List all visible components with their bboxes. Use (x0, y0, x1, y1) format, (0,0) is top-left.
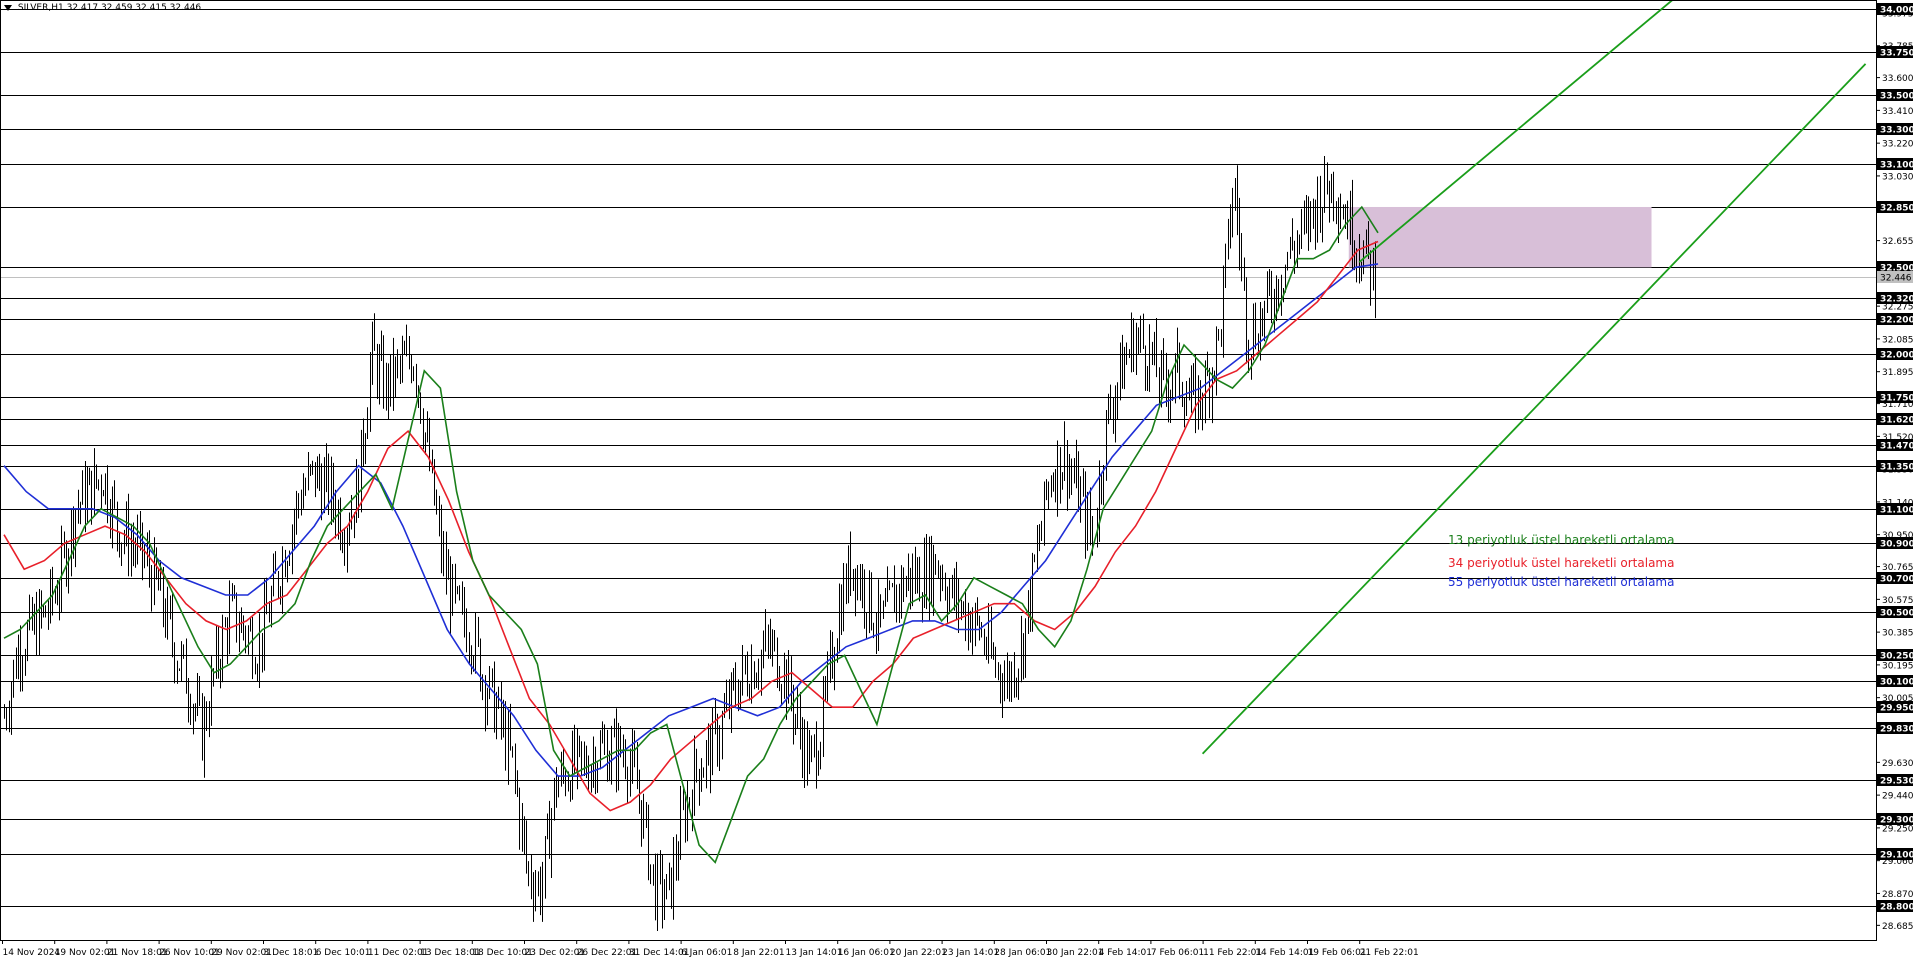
level-label: 29.300 (1880, 816, 1915, 826)
level-label: 29.830 (1880, 725, 1915, 735)
y-tick-label: 28.685 (1882, 922, 1914, 932)
x-tick-label: 30 Jan 22:01 (1047, 948, 1104, 958)
y-tick-label: 30.385 (1882, 629, 1914, 639)
level-label: 32.000 (1880, 351, 1915, 361)
x-tick-label: 19 Feb 06:01 (1308, 948, 1367, 958)
x-tick-label: 11 Feb 22:01 (1203, 948, 1262, 958)
level-label: 32.320 (1880, 295, 1915, 305)
legend-ema55: 55 periyotluk üstel hareketli ortalama (1448, 575, 1675, 589)
plot-background (0, 0, 1916, 963)
legend-ema13: 13 periyotluk üstel hareketli ortalama (1448, 533, 1675, 547)
ohlc-values: 32.417 32.459 32.415 32.446 (66, 3, 202, 13)
chart-header: SILVER,H1 32.417 32.459 32.415 32.446 (4, 3, 201, 13)
y-tick-label: 29.630 (1882, 759, 1914, 769)
level-label: 30.700 (1880, 575, 1915, 585)
y-tick-label: 31.895 (1882, 368, 1914, 378)
level-label: 29.530 (1880, 777, 1915, 787)
y-tick-label: 32.085 (1882, 335, 1914, 345)
x-tick-label: 20 Jan 22:01 (890, 948, 947, 958)
level-label: 31.100 (1880, 506, 1915, 516)
y-tick-label: 30.765 (1882, 563, 1914, 573)
x-tick-label: 3 Dec 18:01 (264, 948, 319, 958)
level-label: 32.850 (1880, 204, 1915, 214)
legend-ema34: 34 periyotluk üstel hareketli ortalama (1448, 556, 1675, 570)
y-tick-label: 29.440 (1882, 792, 1914, 802)
x-tick-label: 6 Dec 10:01 (316, 948, 371, 958)
x-tick-label: 23 Jan 14:01 (942, 948, 999, 958)
x-tick-label: 4 Feb 14:01 (1099, 948, 1152, 958)
level-label: 31.350 (1880, 463, 1915, 473)
x-tick-label: 28 Jan 06:01 (994, 948, 1051, 958)
x-tick-label: 21 Feb 22:01 (1360, 948, 1419, 958)
level-label: 30.500 (1880, 609, 1915, 619)
x-tick-label: 8 Jan 22:01 (733, 948, 784, 958)
level-label: 33.500 (1880, 92, 1915, 102)
y-tick-label: 30.195 (1882, 661, 1914, 671)
y-tick-label: 33.220 (1882, 140, 1914, 150)
x-tick-label: 13 Jan 14:01 (786, 948, 843, 958)
level-label: 32.200 (1880, 316, 1915, 326)
level-label: 33.300 (1880, 126, 1915, 136)
level-label: 28.800 (1880, 903, 1915, 913)
level-label: 33.100 (1880, 161, 1915, 171)
y-tick-label: 32.655 (1882, 237, 1914, 247)
level-label: 30.250 (1880, 652, 1915, 662)
y-tick-label: 29.250 (1882, 824, 1914, 834)
x-tick-label: 14 Feb 14:01 (1255, 948, 1314, 958)
level-label: 29.100 (1880, 851, 1915, 861)
x-tick-label: 6 Jan 06:01 (681, 948, 732, 958)
resistance-zone (1348, 206, 1652, 268)
x-tick-label: 16 Jan 06:01 (838, 948, 895, 958)
x-tick-label: 7 Feb 06:01 (1151, 948, 1204, 958)
level-label: 29.950 (1880, 704, 1915, 714)
level-label: 31.620 (1880, 416, 1915, 426)
zone-rect (1348, 206, 1652, 268)
level-label: 33.750 (1880, 49, 1915, 59)
current-price-label: 32.446 (1880, 274, 1912, 284)
y-tick-label: 33.600 (1882, 74, 1914, 84)
level-label: 30.900 (1880, 540, 1915, 550)
level-label: 31.470 (1880, 442, 1915, 452)
y-tick-label: 28.870 (1882, 890, 1914, 900)
symbol-label: SILVER,H1 (17, 3, 64, 13)
price-axis: 33.97533.78533.60033.41033.22033.03032.8… (1876, 3, 1915, 932)
price-chart[interactable]: 33.97533.78533.60033.41033.22033.03032.8… (0, 0, 1916, 963)
level-label: 31.750 (1880, 394, 1915, 404)
level-label: 34.000 (1880, 6, 1915, 16)
x-tick-label: 14 Nov 2024 (3, 948, 61, 958)
collapse-triangle-icon[interactable] (4, 4, 12, 11)
y-tick-label: 33.030 (1882, 172, 1914, 182)
y-tick-label: 33.410 (1882, 107, 1914, 117)
level-label: 30.100 (1880, 678, 1915, 688)
y-tick-label: 30.575 (1882, 596, 1914, 606)
